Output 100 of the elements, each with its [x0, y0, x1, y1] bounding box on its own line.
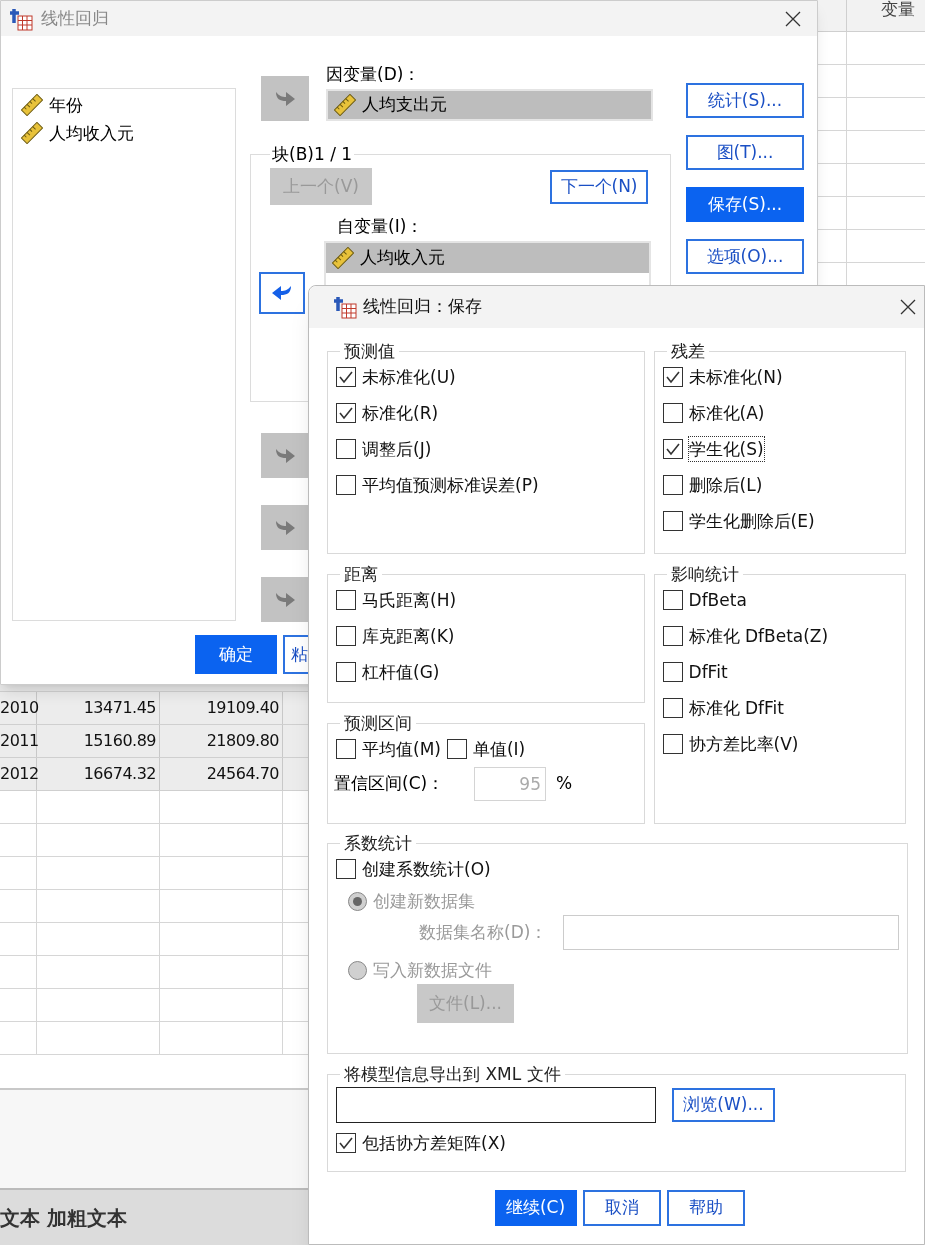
checkbox-option[interactable]: 标准化 DfFit	[662, 696, 897, 720]
browse-button[interactable]: 浏览(W)...	[672, 1088, 775, 1122]
field-label: 数据集名称(D)：	[419, 920, 549, 944]
variable-item[interactable]: 人均收入元	[21, 121, 227, 145]
checkbox[interactable]	[336, 403, 356, 423]
checkbox-option[interactable]: 未标准化(N)	[662, 365, 897, 389]
table-cell: 16674.32	[37, 758, 160, 790]
move-button[interactable]	[259, 272, 305, 314]
variable-item[interactable]: 人均收入元	[326, 243, 649, 273]
checkbox[interactable]	[662, 511, 683, 531]
checkbox-option[interactable]: 协方差比率(V)	[662, 732, 897, 756]
option-text: 创建系数统计(O)	[362, 858, 491, 881]
checkbox-option[interactable]: 创建系数统计(O)	[336, 857, 899, 881]
checkbox[interactable]	[662, 734, 683, 754]
group-title: 块(B)1 / 1	[271, 143, 354, 165]
xml-file-field[interactable]	[336, 1087, 656, 1123]
curved-arrow-icon	[271, 283, 293, 303]
close-icon[interactable]	[900, 299, 916, 315]
option-text: 平均值(M)	[362, 738, 441, 761]
checkbox-option[interactable]: 单值(I)	[446, 737, 526, 761]
checkbox-option[interactable]: 学生化(S)	[662, 437, 897, 461]
checkbox-option[interactable]: 马氏距离(H)	[336, 588, 636, 612]
dialog-button[interactable]: 确定	[195, 635, 277, 674]
group-title: 预测值	[343, 340, 396, 362]
dialog-button[interactable]: 统计(S)...	[686, 83, 804, 118]
checkbox-option[interactable]: DfFit	[662, 660, 897, 684]
table-cell: 2012	[0, 758, 37, 790]
dataset-name-field[interactable]	[563, 915, 899, 950]
table-cell: 2011	[0, 725, 37, 757]
checkbox-option[interactable]: 删除后(L)	[662, 473, 897, 497]
checkbox[interactable]	[336, 662, 356, 682]
option-text: 删除后(L)	[688, 474, 763, 497]
option-text: DfBeta	[688, 589, 747, 612]
option-text: 协方差比率(V)	[688, 733, 799, 756]
dialog-button[interactable]: 取消	[582, 1190, 661, 1226]
option-text: DfFit	[688, 661, 728, 684]
option-text: 标准化(R)	[362, 402, 439, 425]
option-text: 标准化 DfBeta(Z)	[688, 625, 829, 648]
window-title: 线性回归：保存	[363, 295, 483, 319]
field-label: 自变量(I)：	[337, 215, 425, 237]
option-text: 杠杆值(G)	[362, 661, 440, 684]
checkbox[interactable]	[446, 739, 467, 759]
option-text: 平均值预测标准误差(P)	[362, 474, 539, 497]
checkbox-option[interactable]: 包括协方差矩阵(X)	[336, 1131, 897, 1155]
group-title: 将模型信息导出到 XML 文件	[343, 1063, 562, 1085]
checkbox[interactable]	[662, 626, 683, 646]
checkbox-option[interactable]: 学生化删除后(E)	[662, 509, 897, 533]
table-cell: 21809.80	[160, 725, 283, 757]
option-text: 单值(I)	[472, 738, 526, 761]
unit-label: %	[556, 772, 573, 796]
checkbox[interactable]	[662, 403, 683, 423]
checkbox[interactable]	[336, 626, 356, 646]
close-icon[interactable]	[785, 10, 801, 27]
block-nav-button[interactable]: 下一个(N)	[550, 169, 648, 204]
checkbox[interactable]	[662, 367, 683, 387]
app-icon	[333, 295, 357, 319]
checkbox[interactable]	[336, 1133, 356, 1153]
dialog-button[interactable]: 帮助	[666, 1190, 745, 1226]
checkbox[interactable]	[662, 475, 683, 495]
checkbox[interactable]	[336, 590, 356, 610]
checkbox-option[interactable]: 调整后(J)	[336, 437, 636, 461]
checkbox-option[interactable]: 标准化 DfBeta(Z)	[662, 624, 897, 648]
option-text: 学生化删除后(E)	[688, 510, 815, 533]
dialog-button[interactable]: 保存(S)...	[686, 187, 804, 222]
option-text: 马氏距离(H)	[362, 589, 457, 612]
dependent-field[interactable]: 人均支出元	[326, 89, 653, 121]
checkbox[interactable]	[336, 439, 356, 459]
checkbox[interactable]	[336, 367, 356, 387]
checkbox[interactable]	[662, 698, 683, 718]
variable-item[interactable]: 人均支出元	[334, 92, 447, 118]
option-text: 未标准化(U)	[362, 366, 456, 389]
option-text: 标准化(A)	[688, 402, 765, 425]
checkbox[interactable]	[662, 590, 683, 610]
checkbox-option[interactable]: 未标准化(U)	[336, 365, 636, 389]
checkbox-option[interactable]: 库克距离(K)	[336, 624, 636, 648]
checkbox-option[interactable]: 平均值(M)	[336, 737, 441, 761]
checkbox-option[interactable]: 杠杆值(G)	[336, 660, 636, 684]
checkbox[interactable]	[662, 439, 683, 459]
option-text: 调整后(J)	[362, 438, 432, 461]
dialog-button[interactable]: 选项(O)...	[686, 239, 804, 274]
checkbox-option[interactable]: DfBeta	[662, 588, 897, 612]
status-text: 文本 加粗文本	[0, 1204, 127, 1232]
checkbox-option[interactable]: 标准化(R)	[336, 401, 636, 425]
checkbox[interactable]	[662, 662, 683, 682]
dialog-button[interactable]: 继续(C)	[494, 1190, 577, 1226]
checkbox[interactable]	[336, 739, 356, 759]
option-text: 包括协方差矩阵(X)	[362, 1132, 506, 1155]
table-cell: 24564.70	[160, 758, 283, 790]
checkbox-option[interactable]: 平均值预测标准误差(P)	[336, 473, 636, 497]
table-cell: 2010	[0, 692, 37, 724]
field-label: 置信区间(C)：	[334, 772, 446, 796]
checkbox[interactable]	[336, 475, 356, 495]
checkbox-option[interactable]: 标准化(A)	[662, 401, 897, 425]
checkbox[interactable]	[336, 859, 356, 879]
dialog-button[interactable]: 图(T)...	[686, 135, 804, 170]
option-text: 学生化(S)	[688, 437, 764, 461]
variable-item[interactable]: 年份	[21, 93, 227, 117]
group-title: 影响统计	[669, 563, 740, 585]
group-title: 距离	[343, 563, 379, 585]
option-text: 标准化 DfFit	[688, 697, 784, 720]
